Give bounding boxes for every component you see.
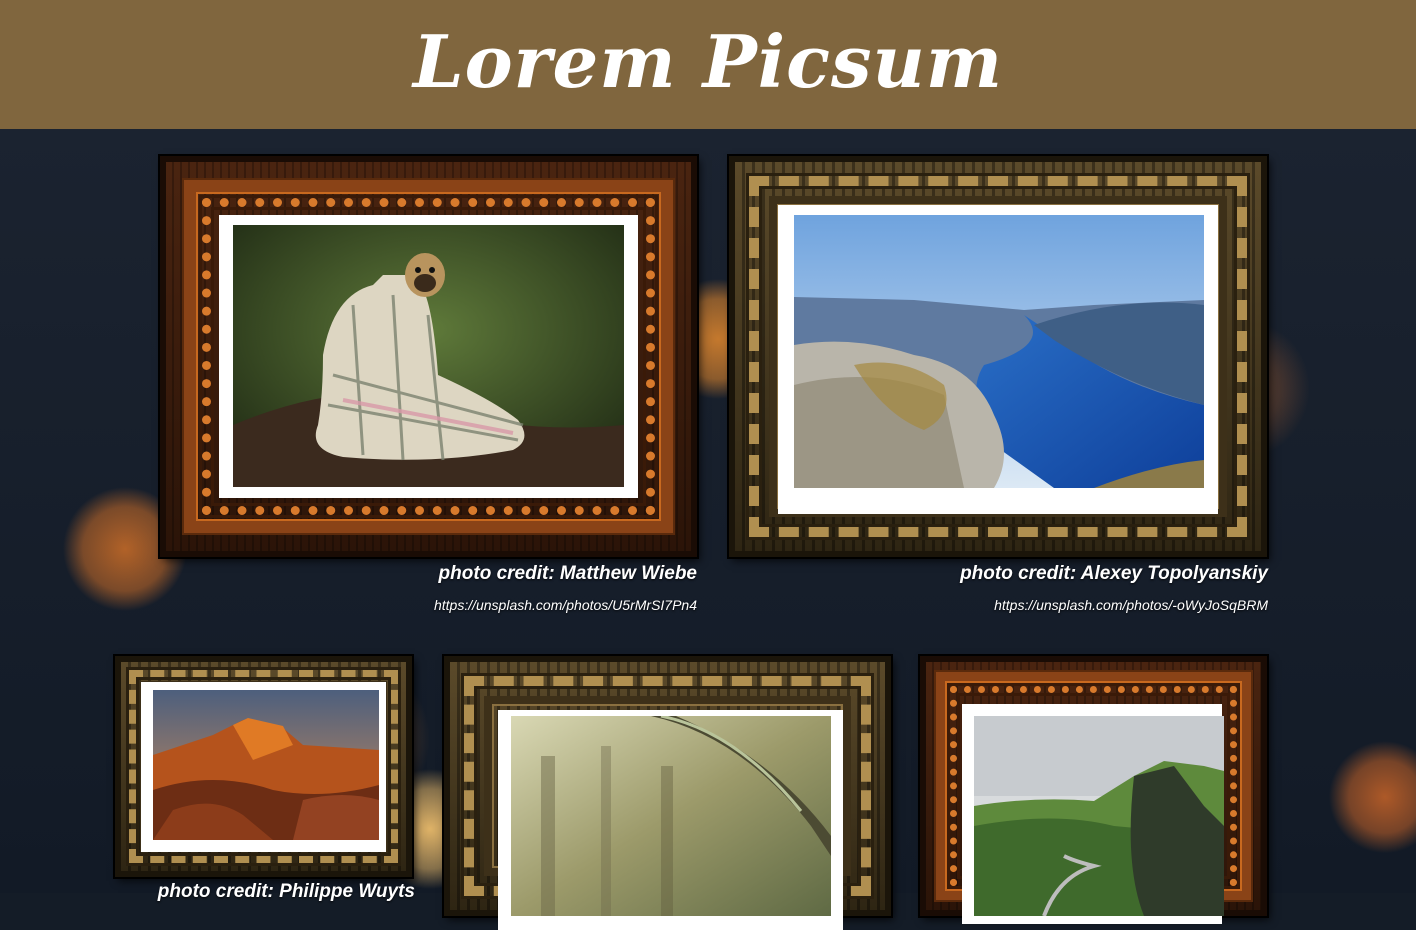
site-header: Lorem Picsum — [0, 0, 1416, 129]
picture-frame — [444, 656, 891, 930]
picture-frame — [115, 656, 412, 877]
photo-credit: photo credit: Alexey Topolyanskiy — [960, 563, 1268, 584]
photo-pug[interactable] — [233, 225, 624, 487]
photo-credit: photo credit: Philippe Wuyts — [157, 881, 415, 902]
photo-red-rocks[interactable] — [153, 690, 379, 840]
page-title: Lorem Picsum — [412, 19, 1004, 104]
picture-frame — [729, 156, 1267, 557]
photo-source-link[interactable]: https://unsplash.com/photos/U5rMrSI7Pn4 — [160, 597, 697, 613]
photo-source-link[interactable]: https://unsplash.com/photos/-oWyJoSqBRM — [729, 597, 1268, 613]
picture-frame — [920, 656, 1267, 924]
photo-forest[interactable] — [511, 716, 831, 916]
photo-credit: photo credit: Matthew Wiebe — [438, 563, 697, 584]
photo-fjord[interactable] — [794, 215, 1204, 488]
picture-frame — [160, 156, 697, 557]
photo-mountain-road[interactable] — [974, 716, 1224, 916]
